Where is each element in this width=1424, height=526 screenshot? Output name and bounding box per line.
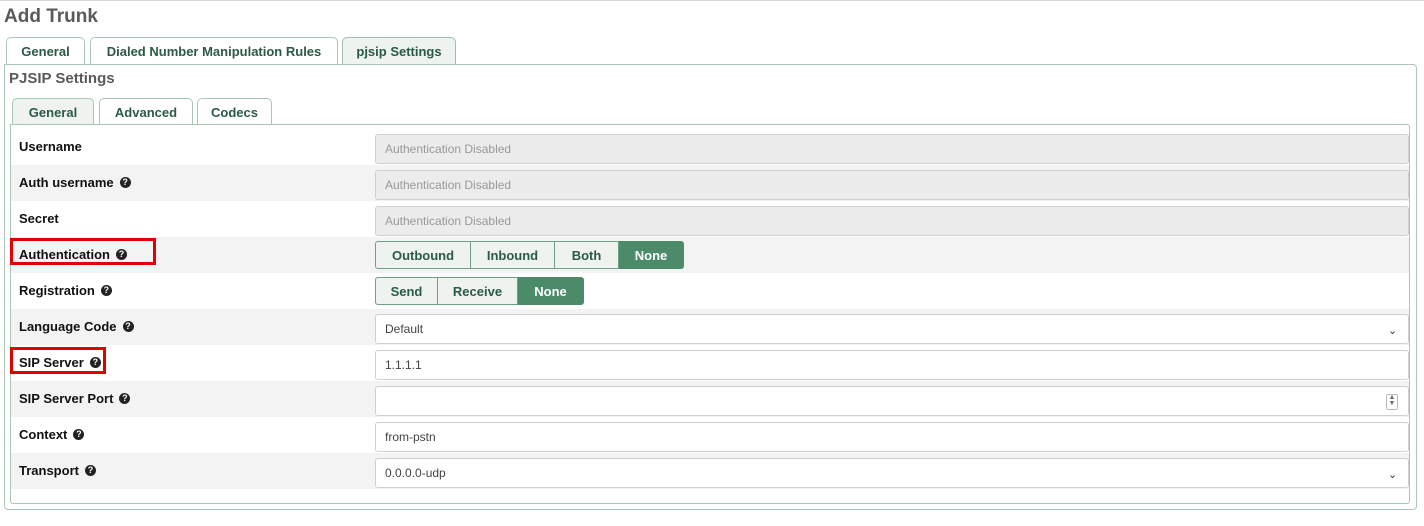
row-sip-server: SIP Server? 1.1.1.1: [11, 345, 1409, 381]
subtab-codecs[interactable]: Codecs: [197, 98, 272, 125]
section-title: PJSIP Settings: [9, 70, 115, 87]
tab-dialed-number-manipulation-rules[interactable]: Dialed Number Manipulation Rules: [90, 37, 338, 65]
chevron-down-icon: ⌄: [1388, 469, 1398, 481]
row-auth-username: Auth username? Authentication Disabled: [11, 165, 1409, 201]
subtab-general[interactable]: General: [12, 98, 94, 125]
authentication-outbound-button[interactable]: Outbound: [375, 241, 471, 269]
row-transport: Transport? 0.0.0.0-udp ⌄: [11, 453, 1409, 489]
row-registration: Registration? Send Receive None: [11, 273, 1409, 309]
authentication-none-button[interactable]: None: [619, 241, 684, 269]
help-icon[interactable]: ?: [73, 429, 85, 440]
page-title: Add Trunk: [4, 6, 98, 27]
top-divider: [0, 0, 1424, 1]
registration-toggle-group: Send Receive None: [375, 277, 584, 305]
general-settings-form: Username Authentication Disabled Auth us…: [10, 124, 1410, 504]
chevron-down-icon: ⌄: [1388, 325, 1398, 337]
authentication-toggle-group: Outbound Inbound Both None: [375, 241, 684, 269]
row-authentication: Authentication? Outbound Inbound Both No…: [11, 237, 1409, 273]
row-username: Username Authentication Disabled: [11, 129, 1409, 165]
help-icon[interactable]: ?: [100, 285, 112, 296]
username-label: Username: [19, 139, 82, 154]
tab-general[interactable]: General: [6, 37, 85, 65]
auth-username-field: Authentication Disabled: [375, 170, 1409, 200]
language-code-label: Language Code?: [19, 319, 134, 334]
authentication-inbound-button[interactable]: Inbound: [471, 241, 555, 269]
spinner-arrows-icon[interactable]: ▲ ▼: [1386, 394, 1398, 410]
sip-server-port-input[interactable]: ▲ ▼: [375, 386, 1409, 416]
language-code-select[interactable]: Default ⌄: [375, 314, 1409, 344]
help-icon[interactable]: ?: [119, 177, 131, 188]
secret-label: Secret: [19, 211, 59, 226]
subtab-advanced[interactable]: Advanced: [99, 98, 193, 125]
context-label: Context?: [19, 427, 85, 442]
authentication-highlight-box: [10, 238, 156, 265]
registration-receive-button[interactable]: Receive: [438, 277, 518, 305]
row-secret: Secret Authentication Disabled: [11, 201, 1409, 237]
help-icon[interactable]: ?: [119, 393, 131, 404]
tab-pjsip-settings[interactable]: pjsip Settings: [342, 37, 456, 65]
help-icon[interactable]: ?: [84, 465, 96, 476]
registration-send-button[interactable]: Send: [375, 277, 438, 305]
help-icon[interactable]: ?: [122, 321, 134, 332]
sip-server-input[interactable]: 1.1.1.1: [375, 350, 1409, 380]
row-language-code: Language Code? Default ⌄: [11, 309, 1409, 345]
authentication-both-button[interactable]: Both: [555, 241, 619, 269]
username-field: Authentication Disabled: [375, 134, 1409, 164]
secret-field: Authentication Disabled: [375, 206, 1409, 236]
pjsip-settings-panel: PJSIP Settings General Advanced Codecs U…: [4, 64, 1417, 510]
sip-server-highlight-box: [10, 347, 106, 374]
row-sip-server-port: SIP Server Port? ▲ ▼: [11, 381, 1409, 417]
context-input[interactable]: from-pstn: [375, 422, 1409, 452]
registration-none-button[interactable]: None: [518, 277, 584, 305]
registration-label: Registration?: [19, 283, 112, 298]
auth-username-label: Auth username?: [19, 175, 131, 190]
sip-server-port-label: SIP Server Port?: [19, 391, 131, 406]
transport-label: Transport?: [19, 463, 96, 478]
transport-select[interactable]: 0.0.0.0-udp ⌄: [375, 458, 1409, 488]
row-context: Context? from-pstn: [11, 417, 1409, 453]
